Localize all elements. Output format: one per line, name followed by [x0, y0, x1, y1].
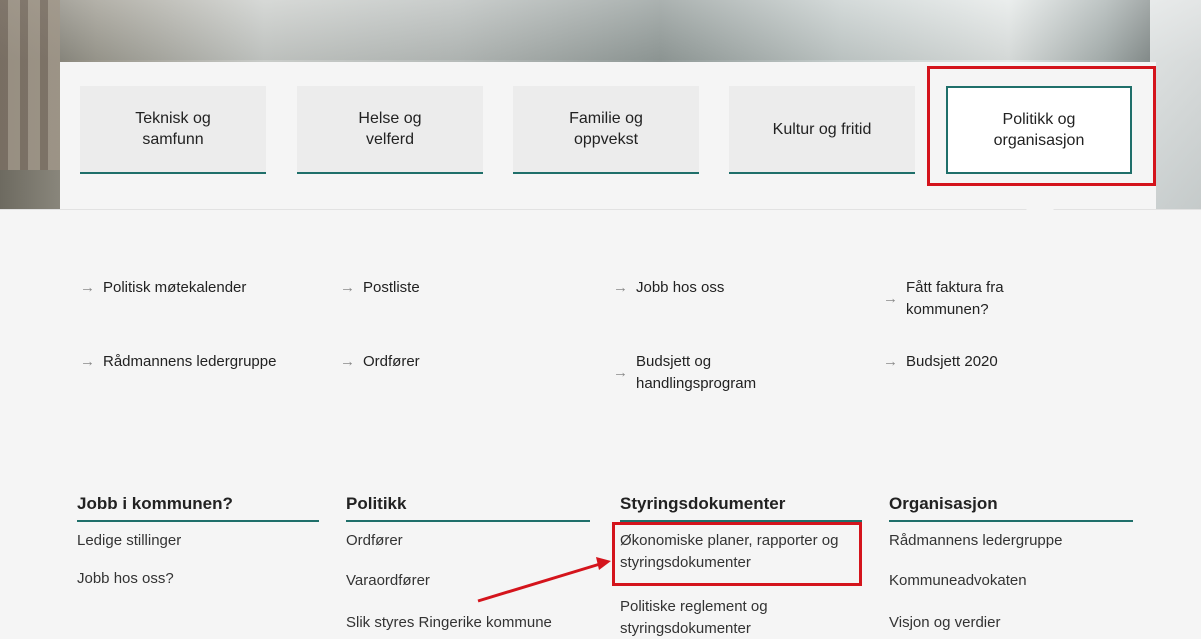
annotation-arrow: [477, 557, 611, 603]
